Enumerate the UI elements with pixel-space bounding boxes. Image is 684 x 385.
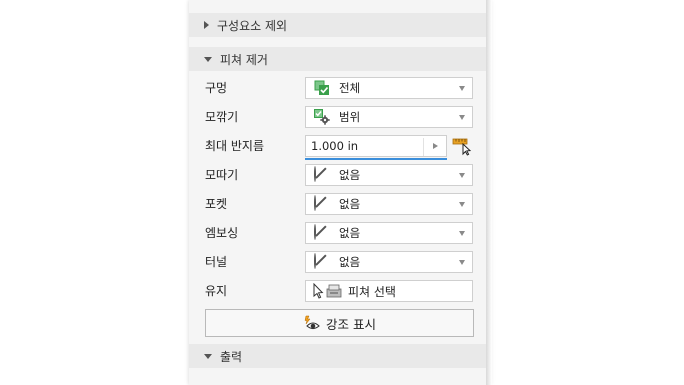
chevron-down-icon (459, 173, 465, 178)
chevron-down-icon (459, 202, 465, 207)
highlight-button-label: 강조 표시 (326, 316, 376, 332)
section-remove-features[interactable]: 피쳐 제거 (189, 47, 486, 71)
embosses-value: 없음 (339, 226, 361, 240)
collapse-down-icon (204, 56, 212, 62)
max-radius-label: 최대 반지름 (205, 139, 265, 153)
measure-ruler-icon[interactable] (452, 136, 472, 156)
highlight-eye-icon (303, 315, 321, 331)
section-title: 피쳐 제거 (220, 52, 268, 67)
row-embosses: 엠보싱 없음 (189, 221, 486, 245)
row-pockets: 포켓 없음 (189, 192, 486, 216)
row-preserve: 유지 피쳐 선택 (189, 279, 486, 303)
tunnels-dropdown[interactable]: 없음 (305, 251, 473, 273)
select-cursor-icon (312, 282, 344, 299)
expression-arrow-icon[interactable] (433, 143, 438, 149)
defeature-panel: 구성요소 제외 피쳐 제거 구멍 전체 모깎기 범위 최대 반지름 1.000 … (189, 0, 486, 385)
input-divider (423, 138, 424, 156)
tunnels-label: 터널 (205, 255, 228, 269)
pockets-dropdown[interactable]: 없음 (305, 193, 473, 215)
collapse-down-icon (204, 353, 212, 359)
chevron-down-icon (459, 260, 465, 265)
none-icon (314, 166, 330, 183)
row-max-radius: 최대 반지름 (189, 134, 486, 160)
max-radius-field-wrap (305, 135, 447, 157)
section-title: 구성요소 제외 (217, 18, 288, 33)
none-icon (314, 253, 330, 270)
highlight-button[interactable]: 강조 표시 (205, 309, 474, 337)
chevron-down-icon (459, 86, 465, 91)
chevron-down-icon (459, 115, 465, 120)
holes-value: 전체 (339, 81, 361, 95)
row-holes: 구멍 전체 (189, 76, 486, 100)
fillets-dropdown[interactable]: 범위 (305, 106, 473, 128)
panel-scroll-edge (486, 0, 492, 385)
none-icon (314, 195, 330, 212)
row-chamfers: 모따기 없음 (189, 163, 486, 187)
section-output[interactable]: 출력 (189, 344, 486, 368)
row-fillets: 모깎기 범위 (189, 105, 486, 129)
holes-dropdown[interactable]: 전체 (305, 77, 473, 99)
range-gear-icon (314, 109, 330, 125)
holes-label: 구멍 (205, 81, 228, 95)
preserve-select-features[interactable]: 피쳐 선택 (305, 280, 473, 302)
chevron-down-icon (459, 231, 465, 236)
max-radius-input[interactable] (311, 138, 421, 154)
checked-feature-icon (314, 80, 330, 96)
section-exclude-components[interactable]: 구성요소 제외 (189, 13, 486, 37)
fillets-label: 모깎기 (205, 110, 239, 124)
chamfers-dropdown[interactable]: 없음 (305, 164, 473, 186)
pockets-value: 없음 (339, 197, 361, 211)
embosses-label: 엠보싱 (205, 226, 239, 240)
section-title: 출력 (220, 349, 243, 364)
expand-right-icon (204, 21, 209, 29)
pockets-label: 포켓 (205, 197, 228, 211)
none-icon (314, 224, 330, 241)
chamfers-label: 모따기 (205, 168, 239, 182)
preserve-value: 피쳐 선택 (348, 284, 396, 299)
tunnels-value: 없음 (339, 255, 361, 269)
row-tunnels: 터널 없음 (189, 250, 486, 274)
chamfers-value: 없음 (339, 168, 361, 182)
input-focus-underline (305, 158, 447, 160)
embosses-dropdown[interactable]: 없음 (305, 222, 473, 244)
preserve-label: 유지 (205, 284, 228, 298)
fillets-value: 범위 (339, 110, 361, 124)
